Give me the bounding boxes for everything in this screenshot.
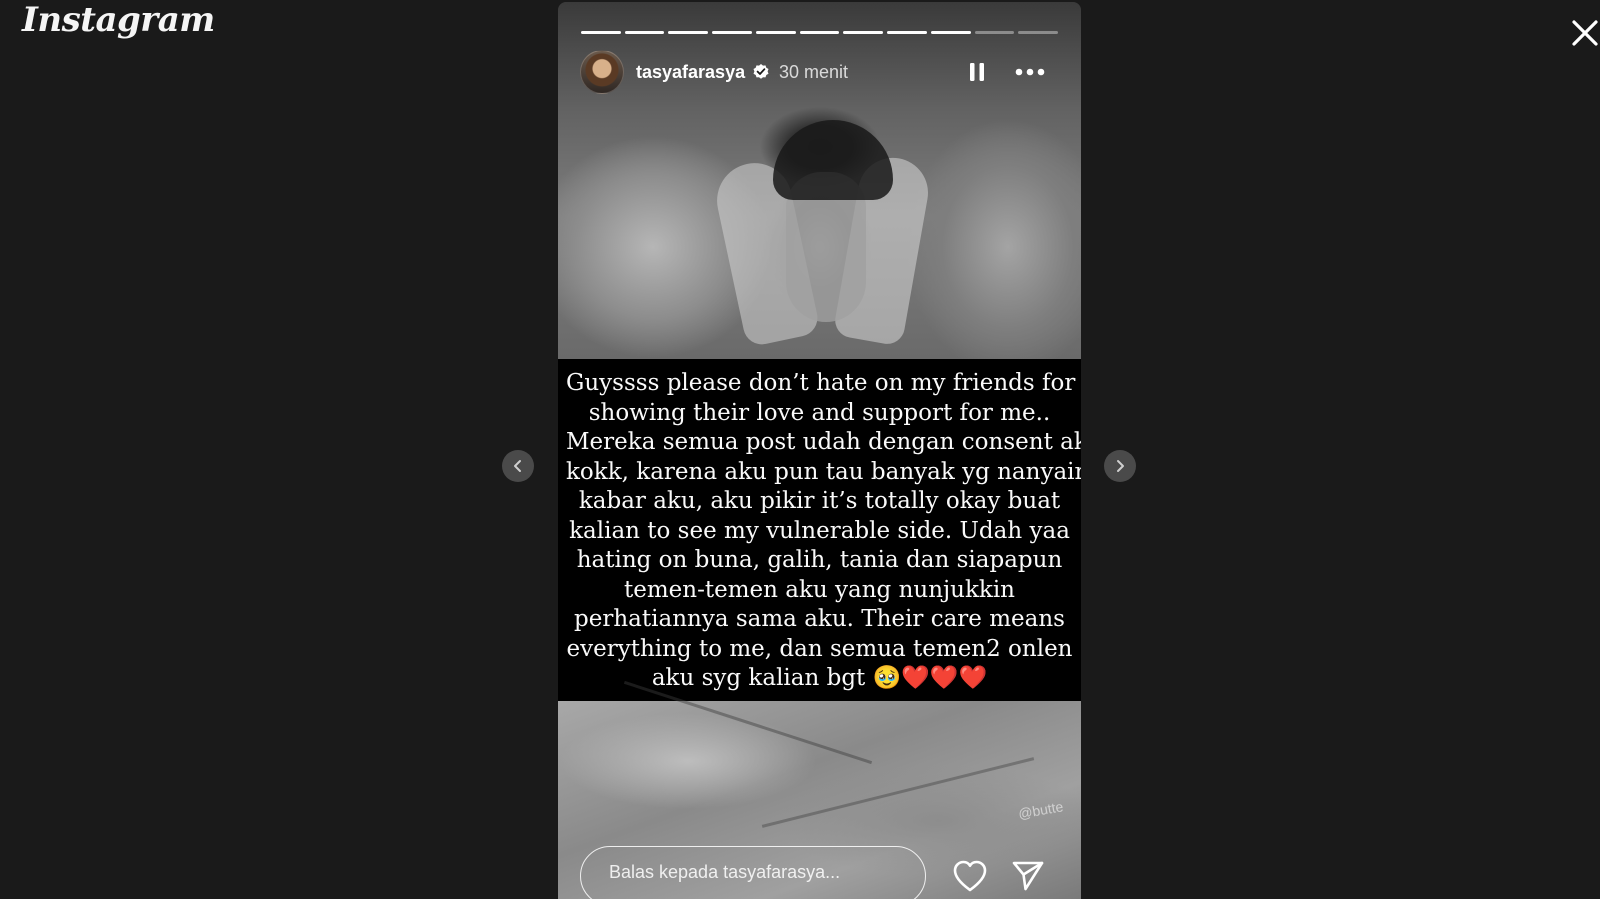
caption-line: kalian to see my vulnerable side. Udah y… xyxy=(569,517,1070,544)
caption-line: Guyssss please don’t hate on my friends … xyxy=(566,370,1076,396)
photo-detail xyxy=(761,757,1035,828)
verified-badge-icon xyxy=(752,63,770,81)
close-button[interactable] xyxy=(1570,18,1600,48)
progress-segment xyxy=(755,31,796,34)
story-caption: Guyssss please don’t hate on my friends … xyxy=(558,359,1081,701)
previous-story-button[interactable] xyxy=(502,450,534,482)
story-card[interactable]: Guyssss please don’t hate on my friends … xyxy=(558,2,1081,899)
progress-segment xyxy=(887,31,927,34)
caption-line: everything to me, dan semua temen2 onlen xyxy=(566,635,1073,662)
progress-segment xyxy=(930,31,971,34)
photo-detail xyxy=(773,120,893,200)
more-horizontal-icon xyxy=(1015,68,1045,76)
progress-segment xyxy=(624,31,665,34)
caption-line: hating on buna, galih, tania dan siapapu… xyxy=(576,547,1063,573)
more-options-button[interactable] xyxy=(1014,61,1046,83)
chevron-right-icon xyxy=(1117,460,1124,472)
story-timestamp: 30 menit xyxy=(779,62,849,82)
story-header: tasyafarasya 30 menit xyxy=(580,50,1060,94)
caption-line: showing their love and support for me.. xyxy=(588,399,1051,426)
heart-icon xyxy=(953,860,987,892)
caption-line: perhatiannya sama aku. Their care means xyxy=(574,606,1065,632)
avatar[interactable] xyxy=(580,50,624,94)
send-icon xyxy=(1012,861,1044,891)
progress-segment xyxy=(843,31,884,34)
story-viewer-page: Instagram Guyssss please don’t hate on m… xyxy=(0,0,1600,899)
pause-icon xyxy=(970,63,984,81)
chevron-left-icon xyxy=(514,460,521,472)
progress-segment xyxy=(799,31,840,34)
progress-segment xyxy=(668,31,709,34)
caption-line: Mereka semua post udah dengan consent ak… xyxy=(566,429,1081,455)
progress-segment xyxy=(1018,31,1059,34)
next-story-button[interactable] xyxy=(1104,450,1136,482)
share-button[interactable] xyxy=(1011,859,1045,893)
caption-line: temen-temen aku yang nunjukkin xyxy=(623,576,1015,603)
progress-segment xyxy=(712,31,752,34)
story-progress-bar xyxy=(581,31,1059,34)
pause-button[interactable] xyxy=(966,61,988,83)
caption-line: kabar aku, aku pikir it’s totally okay b… xyxy=(578,488,1061,514)
close-icon xyxy=(1572,20,1598,46)
instagram-logo[interactable]: Instagram xyxy=(22,0,215,40)
caption-line: kokk, karena aku pun tau banyak yg nanya… xyxy=(566,458,1081,485)
username-link[interactable]: tasyafarasya xyxy=(636,62,745,83)
progress-segment xyxy=(581,31,621,34)
like-button[interactable] xyxy=(952,859,988,893)
progress-segment xyxy=(974,31,1015,34)
reply-input[interactable] xyxy=(580,846,926,899)
